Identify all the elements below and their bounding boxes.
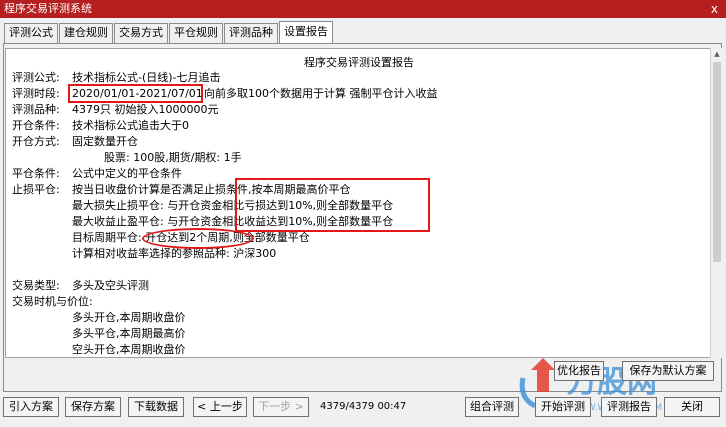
prev-step-button[interactable]: < 上一步 (193, 397, 247, 417)
report-scrollbar[interactable]: ▲ (710, 48, 722, 358)
timing-item: 多头开仓,本周期收盘价 (72, 311, 186, 324)
close-cond-label: 平仓条件: (12, 167, 60, 180)
formula-value: 技术指标公式-(日线)-七月追击 (72, 71, 221, 84)
report-textarea[interactable]: 程序交易评测设置报告 评测公式: 技术指标公式-(日线)-七月追击 评测时段: … (5, 48, 711, 358)
symbols-label: 评测品种: (12, 103, 60, 116)
timing-item: 多头平仓,本周期最高价 (72, 327, 186, 340)
trade-type-value: 多头及空头评测 (72, 279, 149, 292)
tab-bar: 评测公式 建仓规则 交易方式 平仓规则 评测品种 设置报告 (4, 21, 334, 43)
tab-formula[interactable]: 评测公式 (4, 23, 58, 43)
import-scheme-button[interactable]: 引入方案 (3, 397, 59, 417)
timing-item: 空头开仓,本周期收盘价 (72, 343, 186, 356)
open-method-detail: 股票: 100股,期货/期权: 1手 (104, 151, 242, 164)
close-window-button[interactable]: x (711, 0, 718, 18)
stop-label: 止损平仓: (12, 183, 60, 196)
combo-eval-button[interactable]: 组合评测 (465, 397, 519, 417)
open-cond-label: 开仓条件: (12, 119, 60, 132)
report-title: 程序交易评测设置报告 (304, 56, 414, 69)
tab-trade-method[interactable]: 交易方式 (114, 23, 168, 43)
period-label: 评测时段: (12, 87, 60, 100)
optimize-report-button[interactable]: 优化报告 (554, 361, 604, 381)
tab-close-rules[interactable]: 平仓规则 (169, 23, 223, 43)
tab-settings-report[interactable]: 设置报告 (279, 21, 333, 43)
open-cond-value: 技术指标公式追击大于0 (72, 119, 189, 132)
start-eval-button[interactable]: 开始评测 (535, 397, 591, 417)
timing-label: 交易时机与价位: (12, 295, 93, 308)
target-period-highlight-oval (142, 228, 254, 249)
scroll-thumb[interactable] (713, 62, 721, 262)
next-step-button[interactable]: 下一步 > (253, 397, 309, 417)
open-method-value: 固定数量开仓 (72, 135, 138, 148)
tab-open-rules[interactable]: 建仓规则 (59, 23, 113, 43)
scroll-up-arrow-icon[interactable]: ▲ (711, 50, 723, 58)
window-title: 程序交易评测系统 (4, 2, 92, 15)
formula-label: 评测公式: (12, 71, 60, 84)
save-scheme-button[interactable]: 保存方案 (65, 397, 121, 417)
download-data-button[interactable]: 下载数据 (128, 397, 184, 417)
date-highlight-box (68, 84, 203, 103)
stop-rules-highlight-box (235, 178, 430, 232)
close-cond-value: 公式中定义的平仓条件 (72, 167, 182, 180)
period-rest: 向前多取100个数据用于计算 强制平仓计入收益 (204, 87, 438, 100)
save-default-button[interactable]: 保存为默认方案 (622, 361, 714, 381)
stop-line-5: 计算相对收益率选择的参照品种: 沪深300 (72, 247, 277, 260)
symbols-value: 4379只 初始投入1000000元 (72, 103, 219, 116)
tab-symbols[interactable]: 评测品种 (224, 23, 278, 43)
open-method-label: 开仓方式: (12, 135, 60, 148)
close-button[interactable]: 关闭 (664, 397, 720, 417)
window-titlebar: 程序交易评测系统 x (0, 0, 726, 18)
eval-report-button[interactable]: 评测报告 (601, 397, 657, 417)
trade-type-label: 交易类型: (12, 279, 60, 292)
progress-status: 4379/4379 00:47 (320, 401, 407, 412)
